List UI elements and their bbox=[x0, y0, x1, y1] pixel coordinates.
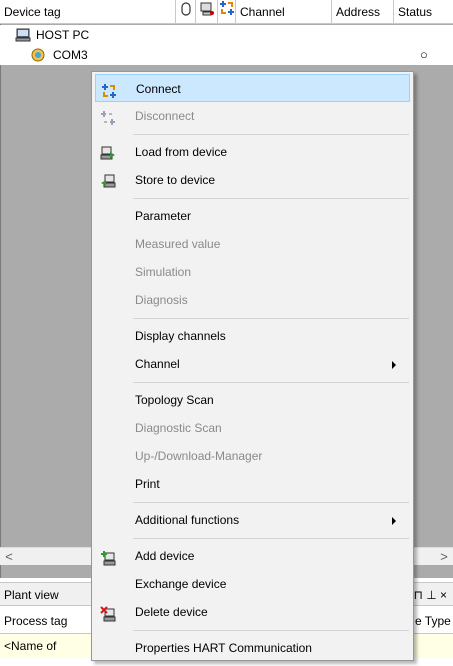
menu-item-simulation[interactable]: Simulation bbox=[95, 258, 410, 286]
menu-item-display-channels[interactable]: Display channels bbox=[95, 322, 410, 350]
menu-item-properties-hart-communication[interactable]: Properties HART Communication bbox=[95, 634, 410, 662]
menu-item-store-to-device[interactable]: Store to device bbox=[95, 166, 410, 194]
tree-row-label: HOST PC bbox=[36, 28, 90, 42]
menu-item-exchange-device[interactable]: Exchange device bbox=[95, 570, 410, 598]
column-header-device-type-label: e Type bbox=[415, 614, 451, 628]
menu-separator bbox=[133, 198, 409, 199]
menu-item-label: Store to device bbox=[135, 173, 216, 187]
menu-separator bbox=[133, 502, 409, 503]
menu-item-disconnect[interactable]: Disconnect bbox=[95, 102, 410, 130]
menu-item-channel[interactable]: Channel bbox=[95, 350, 410, 378]
menu-item-delete-device[interactable]: Delete device bbox=[95, 598, 410, 626]
menu-item-measured-value[interactable]: Measured value bbox=[95, 230, 410, 258]
tree-row-label: COM3 bbox=[53, 48, 88, 62]
menu-item-additional-functions[interactable]: Additional functions bbox=[95, 506, 410, 534]
tree-row-com3[interactable]: COM3 ○ bbox=[0, 45, 453, 65]
plant-view-title: Plant view bbox=[4, 588, 59, 602]
menu-separator bbox=[133, 630, 409, 631]
column-header-device-tag-label: Device tag bbox=[4, 5, 61, 19]
menu-item-label: Diagnostic Scan bbox=[135, 421, 222, 435]
menu-separator bbox=[133, 318, 409, 319]
menu-item-label: Diagnosis bbox=[135, 293, 188, 307]
submenu-arrow-icon bbox=[392, 361, 396, 369]
add-device-icon bbox=[100, 548, 116, 566]
device-state-icon bbox=[199, 0, 215, 24]
menu-item-label: Exchange device bbox=[135, 577, 227, 591]
disconnect-icon bbox=[100, 108, 116, 125]
scroll-right-arrow-icon[interactable]: > bbox=[435, 548, 453, 566]
menu-item-label: Load from device bbox=[135, 145, 228, 159]
menu-item-diagnosis[interactable]: Diagnosis bbox=[95, 286, 410, 314]
delete-device-icon bbox=[100, 604, 116, 622]
menu-item-label: Topology Scan bbox=[135, 393, 214, 407]
tree-row-host-pc[interactable]: HOST PC bbox=[0, 25, 453, 45]
column-header-device-tag[interactable]: Device tag bbox=[0, 0, 176, 24]
menu-item-label: Add device bbox=[135, 549, 195, 563]
column-header-process-tag[interactable]: Process tag bbox=[0, 608, 92, 634]
menu-separator bbox=[133, 382, 409, 383]
connect-icon bbox=[101, 81, 117, 98]
column-header-connection-state[interactable] bbox=[176, 0, 196, 24]
menu-item-label: Channel bbox=[135, 357, 180, 371]
column-header-connect-state[interactable] bbox=[218, 0, 236, 24]
grid-header: Device tag Channel Address Status bbox=[0, 0, 453, 24]
load-from-device-icon bbox=[100, 144, 116, 160]
menu-item-label: Up-/Download-Manager bbox=[135, 449, 263, 463]
menu-item-label: Print bbox=[135, 477, 160, 491]
menu-item-label: Measured value bbox=[135, 237, 221, 251]
column-header-channel[interactable]: Channel bbox=[236, 0, 332, 24]
menu-item-parameter[interactable]: Parameter bbox=[95, 202, 410, 230]
menu-item-label: Connect bbox=[136, 82, 181, 96]
scroll-left-arrow-icon[interactable]: < bbox=[0, 548, 18, 566]
menu-item-add-device[interactable]: Add device bbox=[95, 542, 410, 570]
connection-state-icon bbox=[180, 0, 191, 24]
menu-item-label: Parameter bbox=[135, 209, 192, 223]
context-menu: Connect Disconnect Load from device Stor… bbox=[91, 71, 414, 661]
menu-item-label: Disconnect bbox=[135, 109, 195, 123]
column-header-channel-label: Channel bbox=[240, 5, 285, 19]
menu-item-print[interactable]: Print bbox=[95, 470, 410, 498]
column-header-address[interactable]: Address bbox=[332, 0, 394, 24]
pin-close-controls-icon[interactable]: ⊓ ⊥ × bbox=[414, 583, 448, 607]
status-indicator: ○ bbox=[420, 47, 428, 62]
menu-item-up-download-manager[interactable]: Up-/Download-Manager bbox=[95, 442, 410, 470]
connect-state-icon bbox=[219, 0, 235, 24]
menu-item-connect[interactable]: Connect bbox=[95, 74, 410, 102]
column-header-status-label: Status bbox=[398, 5, 433, 19]
menu-item-load-from-device[interactable]: Load from device bbox=[95, 138, 410, 166]
new-row-placeholder: <Name of bbox=[4, 639, 57, 653]
column-header-device-type[interactable]: e Type bbox=[412, 608, 453, 634]
menu-item-label: Additional functions bbox=[135, 513, 240, 527]
menu-item-label: Display channels bbox=[135, 329, 226, 343]
submenu-arrow-icon bbox=[392, 517, 396, 525]
column-header-status[interactable]: Status bbox=[394, 0, 453, 24]
column-header-address-label: Address bbox=[336, 5, 381, 19]
menu-item-label: Simulation bbox=[135, 265, 192, 279]
menu-separator bbox=[133, 538, 409, 539]
column-header-process-tag-label: Process tag bbox=[4, 614, 68, 628]
menu-item-label: Delete device bbox=[135, 605, 208, 619]
store-to-device-icon bbox=[100, 172, 116, 188]
menu-separator bbox=[133, 134, 409, 135]
menu-item-label: Properties HART Communication bbox=[135, 641, 312, 655]
menu-item-topology-scan[interactable]: Topology Scan bbox=[95, 386, 410, 414]
com-port-icon bbox=[31, 48, 47, 68]
menu-item-diagnostic-scan[interactable]: Diagnostic Scan bbox=[95, 414, 410, 442]
column-header-device-state[interactable] bbox=[196, 0, 218, 24]
